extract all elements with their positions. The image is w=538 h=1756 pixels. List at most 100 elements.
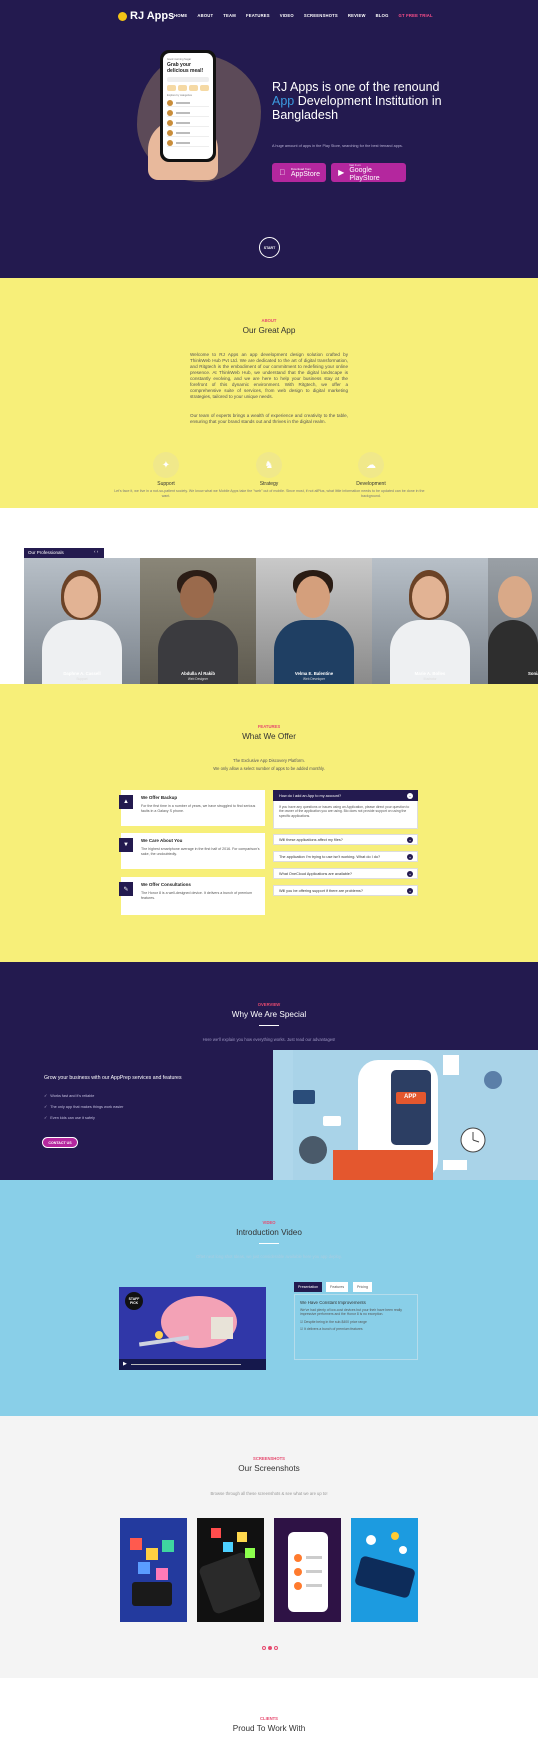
- nav-home[interactable]: HOME: [174, 13, 187, 18]
- faq-item[interactable]: How do I add an App to my account? −: [273, 790, 418, 801]
- special-title: Why We Are Special: [231, 1010, 307, 1019]
- about-paragraph-1: Welcome to RJ Apps an app development de…: [190, 352, 348, 399]
- offer-card-backup: ▲ We Offer Backup For the first time in …: [119, 790, 265, 826]
- team-member[interactable]: Daphne A. Cassell Support: [24, 558, 140, 684]
- play-icon: ▶: [338, 168, 345, 177]
- appstore-button[interactable]:  Download fromAppStore: [272, 163, 326, 182]
- development-icon: ☁: [358, 452, 384, 478]
- logo-icon: [118, 11, 127, 21]
- faq-item[interactable]: What OneCloud Applications are available…: [273, 868, 418, 879]
- team-member[interactable]: Abdulla Al Rakib Web Designer: [140, 558, 256, 684]
- app-illustration-label: APP: [404, 1094, 417, 1100]
- screenshot-item[interactable]: [197, 1518, 264, 1622]
- logo[interactable]: RJ Apps: [118, 10, 174, 22]
- screenshot-item[interactable]: [351, 1518, 418, 1622]
- faq-item[interactable]: Will these applications affect my files?…: [273, 834, 418, 845]
- phone-list-item: [167, 129, 209, 137]
- feature-development: ☁ Development Plus, what little informat…: [316, 452, 426, 498]
- carousel-dot-active[interactable]: [268, 1646, 272, 1650]
- team-member[interactable]: Marie A. Bolles Illustrator: [372, 558, 488, 684]
- about-paragraph-2: Our team of experts brings a wealth of e…: [190, 413, 348, 424]
- nav-team[interactable]: TEAM: [223, 13, 236, 18]
- clients-title: Proud To Work With: [232, 1724, 306, 1733]
- faq-item[interactable]: The application I'm trying to use isn't …: [273, 851, 418, 862]
- offer-card-consultations: ✎ We Offer Consultations The Honor 8 is …: [119, 877, 265, 915]
- features-kicker: FEATURES: [257, 724, 281, 729]
- playstore-button[interactable]: ▶ Get it on Google PlayStore: [331, 163, 406, 182]
- logo-text: RJ Apps: [130, 10, 175, 22]
- nav-free-trial[interactable]: GT FREE TRIAL: [399, 13, 433, 18]
- expand-icon: +: [407, 871, 413, 877]
- apple-icon: : [278, 168, 287, 177]
- faq-item[interactable]: Will you be offering support if there ar…: [273, 885, 418, 896]
- screenshot-item[interactable]: [274, 1518, 341, 1622]
- screenshot-item[interactable]: [120, 1518, 187, 1622]
- staff-pick-badge: STAFF PICK: [125, 1292, 143, 1310]
- team-member[interactable]: Velma E. Balentine Web Developer: [256, 558, 372, 684]
- collapse-icon: −: [407, 793, 413, 799]
- about-kicker: ABOUT: [261, 318, 277, 323]
- nav-video[interactable]: VIDEO: [280, 13, 294, 18]
- expand-icon: +: [407, 837, 413, 843]
- carousel-arrows[interactable]: ‹ ›: [94, 549, 98, 554]
- strategy-icon: ♞: [256, 452, 282, 478]
- phone-categories: [167, 85, 209, 91]
- top-nav: RJ Apps HOME ABOUT TEAM FEATURES VIDEO S…: [0, 0, 538, 30]
- tab-presentation[interactable]: Presentation: [294, 1282, 323, 1292]
- nav-review[interactable]: REVIEW: [348, 13, 366, 18]
- check-item: The only app that makes things work easi…: [44, 1104, 123, 1109]
- video-player[interactable]: STAFF PICK ▶: [119, 1287, 266, 1370]
- phone-screen: Good morning Sugar Grab your delicious m…: [163, 53, 213, 159]
- feature-support: ✦ Support Let's face it, we live in a no…: [111, 452, 221, 498]
- app-illustration-svg: [273, 1050, 502, 1180]
- start-button[interactable]: START: [259, 237, 280, 258]
- expand-icon: +: [407, 888, 413, 894]
- consultation-icon: ✎: [119, 882, 133, 896]
- nav-screenshots[interactable]: SCREENSHOTS: [304, 13, 338, 18]
- video-sub: Oftet next long shot Ideas, we just cons…: [196, 1254, 342, 1259]
- nav-blog[interactable]: BLOG: [376, 13, 389, 18]
- nav-about[interactable]: ABOUT: [197, 13, 213, 18]
- phone-list-item: [167, 99, 209, 107]
- carousel-dot[interactable]: [274, 1646, 278, 1650]
- phone-mockup: Good morning Sugar Grab your delicious m…: [160, 50, 216, 162]
- about-title: Our Great App: [242, 326, 296, 335]
- screenshots-title: Our Screenshots: [238, 1464, 300, 1473]
- title-divider: [259, 1025, 279, 1026]
- panel-title: We Have Constant Improvements: [300, 1300, 366, 1305]
- hero-section: RJ Apps HOME ABOUT TEAM FEATURES VIDEO S…: [0, 0, 538, 278]
- team-member[interactable]: Sonia: [488, 558, 538, 684]
- screenshots-sub: Browse through all these screenshots & s…: [210, 1491, 328, 1496]
- tab-pricing[interactable]: Pricing: [353, 1282, 372, 1292]
- tab-features[interactable]: Features: [326, 1282, 349, 1292]
- backup-icon: ▲: [119, 795, 133, 809]
- video-kicker: VIDEO: [262, 1220, 276, 1225]
- special-heading: Grow your business with our AppPrep serv…: [44, 1075, 182, 1081]
- contact-us-button[interactable]: CONTACT US: [42, 1137, 78, 1148]
- phone-list-title: Explore by categories: [167, 94, 192, 97]
- feature-strategy: ♞ Strategy Mobile Apps take the "web" ou…: [214, 452, 324, 494]
- expand-icon: +: [407, 854, 413, 860]
- video-section: [0, 1180, 538, 1416]
- special-sub: Here we'll explain you how everything wo…: [202, 1037, 336, 1042]
- hero-title: RJ Apps is one of the renound App Develo…: [272, 80, 442, 122]
- play-icon[interactable]: ▶: [123, 1361, 127, 1367]
- title-divider: [259, 1243, 279, 1244]
- phone-list-item: [167, 109, 209, 117]
- professionals-label: Our Professionals: [24, 548, 104, 558]
- panel-item: ☑ Despite being in the sub-$400 price ra…: [300, 1319, 367, 1324]
- nav-links: HOME ABOUT TEAM FEATURES VIDEO SCREENSHO…: [174, 13, 433, 18]
- offer-card-care: ▼ We Care About You The highest smartpho…: [119, 833, 265, 869]
- clients-kicker: CLIENTS: [260, 1716, 278, 1721]
- app-illustration: APP: [273, 1050, 538, 1180]
- features-sub-2: We only allow a select number of apps to…: [213, 766, 325, 771]
- faq-answer: If you have any questions or issues usin…: [273, 801, 418, 829]
- support-icon: ✦: [153, 452, 179, 478]
- nav-features[interactable]: FEATURES: [246, 13, 270, 18]
- phone-title: Grab your delicious meal!: [167, 62, 204, 74]
- check-item: Even kids can use it safely: [44, 1115, 95, 1120]
- panel-text: We've had plenty of low-cost devices but…: [300, 1308, 402, 1317]
- carousel-dot[interactable]: [262, 1646, 266, 1650]
- features-sub-1: The Exclusive App Discovery Platform.: [233, 758, 305, 763]
- phone-list-item: [167, 139, 209, 147]
